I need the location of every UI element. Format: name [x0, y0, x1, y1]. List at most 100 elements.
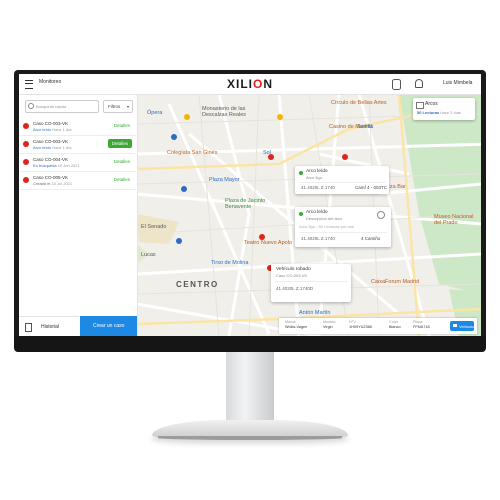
case-alert-icon	[23, 177, 29, 183]
details-button[interactable]: Detalles	[107, 139, 132, 148]
arcos-card[interactable]: Arcos 50 Lecturas hace 2 días	[413, 98, 475, 120]
history-icon	[25, 323, 32, 332]
monitor-chin	[14, 336, 486, 352]
case-status-line: Creado el 10 Jul 2021	[33, 181, 72, 186]
arch-icon	[416, 102, 424, 109]
info-label: Color	[389, 320, 399, 324]
popup-sub: Descripción del arco	[306, 216, 343, 221]
popup-title: Arco leído	[306, 210, 328, 215]
case-status-line: Arco leído Hace 1 día	[33, 145, 72, 150]
info-label: N°V	[349, 320, 356, 324]
top-bar: Monitoreo XILION Luis Mimbela	[19, 74, 481, 95]
popup-path: 4 Camiño	[361, 236, 381, 241]
map-label-7: Plaza Mayor	[209, 177, 240, 183]
info-col: Marca Wolks-Vagen	[285, 320, 307, 329]
map-label-16: El Senado	[141, 224, 167, 230]
info-col: Placa FFMA718	[413, 320, 430, 329]
monitor-stand-neck	[226, 352, 274, 426]
case-item[interactable]: Caso CO-003-VK Arco leído Hace 1 día Det…	[19, 136, 136, 154]
map-marker-yellow[interactable]	[184, 114, 190, 120]
map-label-14: Museo Nacional del Prado	[434, 214, 474, 226]
divider	[299, 182, 385, 183]
case-marker[interactable]	[268, 154, 274, 160]
database-icon[interactable]	[392, 79, 401, 90]
arch-popup[interactable]: Arco leído Arco 5gu 41.4020L Z.1740 Camf…	[295, 166, 389, 194]
logo-accent: O	[253, 77, 264, 91]
case-marker[interactable]	[259, 234, 265, 240]
case-time: Hace 1 día	[52, 145, 72, 150]
case-status-line: En búsqueda 10 Jun 2021	[33, 163, 80, 168]
case-id: Caso CO-003-VK	[33, 139, 69, 144]
status-dot	[299, 171, 303, 175]
info-label: Marca	[285, 320, 296, 324]
info-value: Blanco	[389, 325, 401, 329]
case-marker[interactable]	[342, 154, 348, 160]
arcos-since: hace 2 días	[440, 110, 462, 115]
case-alert-icon	[23, 159, 29, 165]
case-item[interactable]: Caso CO-003-VK Arco leído Hace 1 día Det…	[19, 118, 136, 136]
arcos-count-line: 50 Lecturas hace 2 días	[417, 110, 461, 115]
menu-icon[interactable]	[25, 80, 33, 89]
map-label-3: Monasterio de las Descalzas Reales	[202, 106, 247, 118]
map-label-0: Círculo de Bellas Artes	[331, 100, 387, 106]
popup-sub: Caso CO-003-VK	[276, 273, 308, 278]
map-label-centro: CENTRO	[176, 280, 219, 289]
info-value: Wolks-Vagen	[285, 325, 308, 329]
popup-sub: Arco 5gu	[306, 175, 323, 180]
popup-title: Vehículo robado	[276, 267, 311, 272]
vehicle-popup[interactable]: Vehículo robado Caso CO-003-VK 41.4020L …	[271, 264, 351, 302]
filter-dropdown[interactable]: Filtros ▾	[103, 100, 133, 113]
case-time: 10 Jul 2021	[51, 181, 73, 186]
cases-panel: Búsqueda rápida Filtros ▾ Caso CO-003-VK…	[19, 94, 138, 336]
case-status: Arco leído	[33, 145, 52, 150]
info-value: 1H09YU2368	[349, 325, 372, 329]
map-marker-blue[interactable]	[171, 134, 177, 140]
info-col: Color Blanco	[389, 320, 401, 329]
map-marker-yellow[interactable]	[277, 114, 283, 120]
divider	[275, 281, 347, 282]
details-link[interactable]: Detalles	[114, 159, 130, 164]
vehicle-button[interactable]: Vehículo	[450, 321, 474, 331]
details-link[interactable]: Detalles	[114, 123, 130, 128]
info-value: Virgin	[323, 325, 333, 329]
map-label-10: Tirso de Molina	[211, 260, 249, 266]
info-label: Placa	[413, 320, 423, 324]
screen: Círculo de Bellas Artes Casino de Madrid…	[19, 74, 481, 336]
info-value: FFMA718	[413, 325, 430, 329]
create-case-button[interactable]: Crear un caso	[80, 316, 137, 336]
search-placeholder: Búsqueda rápida	[36, 104, 67, 109]
bell-icon[interactable]	[415, 79, 423, 88]
search-input[interactable]: Búsqueda rápida	[25, 100, 99, 113]
map-label-8: Plaza de Jacinto Benavente	[225, 198, 266, 210]
popup-title: Arco leído	[306, 169, 328, 174]
case-status: En búsqueda	[33, 163, 57, 168]
arch-popup[interactable]: Arco leído Descripción del arco Arco 5gu…	[295, 207, 391, 247]
edit-icon[interactable]	[377, 211, 385, 219]
logo-text: XILI	[227, 77, 254, 91]
popup-camera: Camf 4 - 003TC	[355, 185, 388, 190]
car-icon	[453, 324, 457, 327]
info-col: Modelo Virgin	[323, 320, 335, 329]
map-label-17: Lucas	[141, 252, 156, 258]
case-status: Creado el	[33, 181, 51, 186]
map-label-12: Antón Martín	[299, 310, 331, 316]
map-label-9: Teatro Nuevo Apolo	[244, 240, 293, 246]
map-label-2: Sevilla	[357, 124, 374, 130]
chevron-down-icon: ▾	[126, 104, 129, 109]
case-id: Caso CO-004-VK	[33, 157, 69, 162]
case-item[interactable]: Caso CO-004-VK En búsqueda 10 Jun 2021 D…	[19, 154, 136, 172]
history-button[interactable]: Historial	[19, 316, 79, 336]
case-status-line: Arco leído Hace 1 día	[33, 127, 72, 132]
case-id: Caso CO-003-VK	[33, 121, 69, 126]
vehicle-button-label: Vehículo	[459, 324, 475, 329]
map-marker-blue[interactable]	[181, 186, 187, 192]
vehicle-info-bar: Marca Wolks-Vagen Modelo Virgin N°V 1H09YU2…	[279, 318, 477, 334]
create-case-label: Crear un caso	[93, 323, 125, 329]
case-item[interactable]: Caso CO-005-VK Creado el 10 Jul 2021 Det…	[19, 172, 136, 190]
details-link[interactable]: Detalles	[114, 177, 130, 182]
map-marker-blue[interactable]	[176, 238, 182, 244]
case-time: 10 Jun 2021	[57, 163, 80, 168]
popup-coords: 41.4020L Z.1740	[301, 236, 335, 241]
history-label: Historial	[41, 324, 60, 330]
user-name[interactable]: Luis Mimbela	[443, 80, 472, 86]
